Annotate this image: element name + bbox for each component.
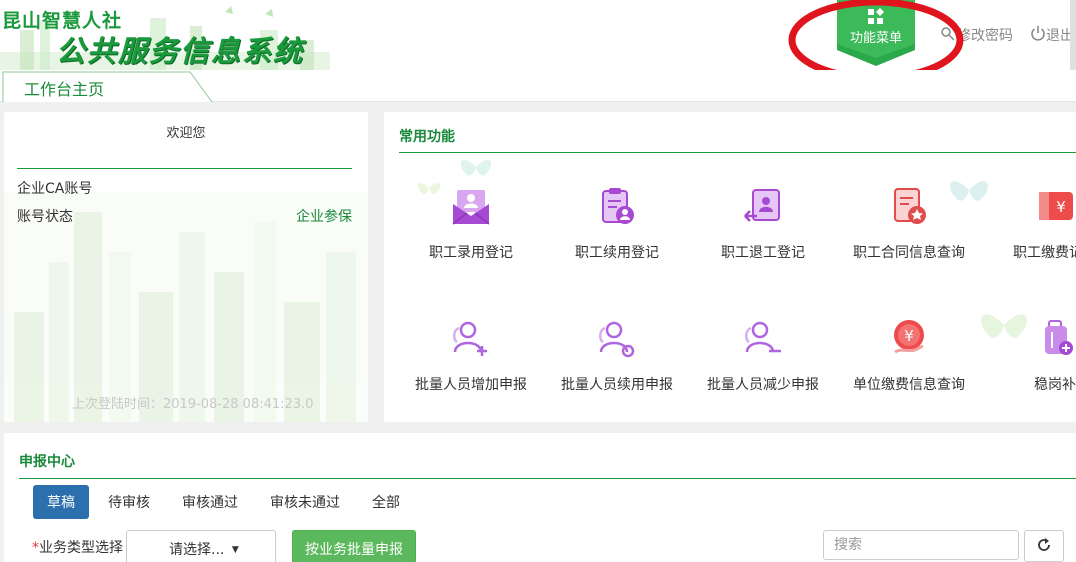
filter-tab-pending[interactable]: 待审核: [94, 485, 164, 519]
func-label: 单位缴费信息查询: [853, 377, 965, 393]
svg-text:¥: ¥: [904, 327, 914, 345]
func-batch-add[interactable]: 批量人员增加申报: [398, 318, 544, 408]
mail-user-icon: [452, 190, 490, 225]
last-login-time: 上次登陆时间：2019-08-28 08:41:23.0: [72, 397, 314, 412]
func-employee-renew[interactable]: 职工续用登记: [544, 186, 690, 276]
welcome-panel: 欢迎您 企业CA账号 账号状态 企业参保 上次登陆时间：2019-08-28 0…: [4, 112, 368, 422]
func-label: 职工录用登记: [429, 245, 513, 261]
users-plus-icon: [453, 321, 487, 356]
business-type-select[interactable]: 请选择... ▼: [126, 530, 276, 562]
filter-tab-rejected[interactable]: 审核未通过: [256, 485, 354, 519]
refresh-icon: [1038, 538, 1050, 551]
section-title: 申报中心: [19, 454, 75, 470]
func-label: 批量人员减少申报: [707, 377, 819, 393]
func-job-stabilization[interactable]: 稳岗补: [982, 318, 1076, 408]
svg-text:¥: ¥: [1056, 198, 1066, 216]
common-functions-panel: 常用功能 职工录用登记 职工续用登记 职工退工登记 职工合同信息查询 ¥ 职工缴…: [384, 112, 1076, 422]
required-mark: *: [32, 540, 39, 556]
city-background: [4, 192, 368, 422]
func-label: 批量人员续用申报: [561, 377, 673, 393]
func-payment-record[interactable]: ¥ 职工缴费记录: [982, 186, 1076, 276]
clipboard-user-icon: [602, 188, 634, 224]
logout-link[interactable]: 退出: [1030, 25, 1074, 45]
func-batch-reduce[interactable]: 批量人员减少申报: [690, 318, 836, 408]
func-label: 职工缴费记录: [1013, 245, 1076, 261]
func-label: 职工退工登记: [721, 245, 805, 261]
divider: [399, 152, 1076, 153]
caret-down-icon: ▼: [231, 545, 239, 555]
func-label: 职工续用登记: [575, 245, 659, 261]
welcome-text: 欢迎您: [166, 126, 206, 141]
business-type-text: 业务类型选择: [39, 540, 123, 556]
func-label: 职工合同信息查询: [853, 245, 965, 261]
filter-tab-approved[interactable]: 审核通过: [168, 485, 252, 519]
vertical-scrollbar[interactable]: [1070, 0, 1076, 70]
filter-tab-draft[interactable]: 草稿: [33, 485, 89, 519]
business-type-label: *业务类型选择: [32, 537, 123, 557]
func-employee-hire[interactable]: 职工录用登记: [398, 186, 544, 276]
func-employee-terminate[interactable]: 职工退工登记: [690, 186, 836, 276]
divider: [19, 478, 1076, 479]
power-icon: [1030, 25, 1046, 45]
func-label: 稳岗补: [1034, 377, 1076, 393]
batch-declare-button[interactable]: 按业务批量申报: [292, 530, 416, 562]
func-contract-query[interactable]: 职工合同信息查询: [836, 186, 982, 276]
user-return-icon: [744, 189, 780, 222]
users-refresh-icon: [599, 321, 635, 358]
refresh-button[interactable]: [1024, 530, 1064, 562]
func-label: 批量人员增加申报: [415, 377, 527, 393]
account-status-value: 企业参保: [296, 209, 352, 225]
filter-tab-all[interactable]: 全部: [358, 485, 414, 519]
yen-hand-icon: ¥: [894, 320, 924, 354]
ca-account-label: 企业CA账号: [17, 181, 93, 197]
yen-card-icon: ¥: [1039, 192, 1073, 220]
tab-home-label: 工作台主页: [24, 80, 105, 99]
func-unit-payment-query[interactable]: ¥ 单位缴费信息查询: [836, 318, 982, 408]
select-placeholder: 请选择...: [169, 542, 225, 558]
logo-title: 公共服务信息系统: [56, 34, 305, 68]
tab-strip: 工作台主页: [0, 70, 1076, 102]
func-batch-renew[interactable]: 批量人员续用申报: [544, 318, 690, 408]
divider: [17, 168, 352, 169]
search-input[interactable]: [823, 530, 1019, 560]
contract-badge-icon: [894, 188, 926, 224]
suitcase-plus-icon: [1045, 320, 1073, 355]
declaration-center-panel: 申报中心 草稿 待审核 审核通过 审核未通过 全部 *业务类型选择 请选择...…: [4, 433, 1076, 562]
section-title: 常用功能: [399, 129, 455, 145]
tab-home[interactable]: 工作台主页: [2, 70, 213, 102]
account-status-label: 账号状态: [17, 209, 73, 225]
butterfly-decoration: [460, 159, 492, 176]
user-minus-icon: [745, 321, 781, 353]
